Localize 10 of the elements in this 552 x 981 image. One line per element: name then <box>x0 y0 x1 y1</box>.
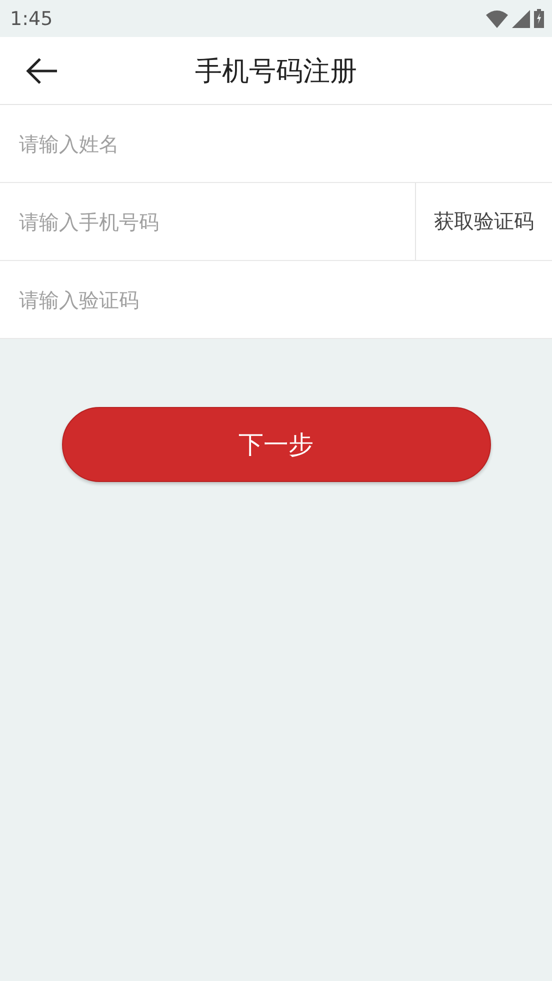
get-code-button[interactable]: 获取验证码 <box>415 183 552 260</box>
status-time: 1:45 <box>10 8 53 30</box>
input-field[interactable]: 请输入姓名 <box>0 105 552 182</box>
next-button[interactable]: 下一步 <box>62 407 490 482</box>
input-field[interactable]: 请输入验证码 <box>0 261 552 338</box>
input-field[interactable]: 请输入手机号码 <box>0 183 415 260</box>
page-title: 手机号码注册 <box>195 54 357 88</box>
wifi-icon <box>486 10 508 28</box>
battery-icon <box>534 9 544 28</box>
signal-icon <box>512 10 530 28</box>
